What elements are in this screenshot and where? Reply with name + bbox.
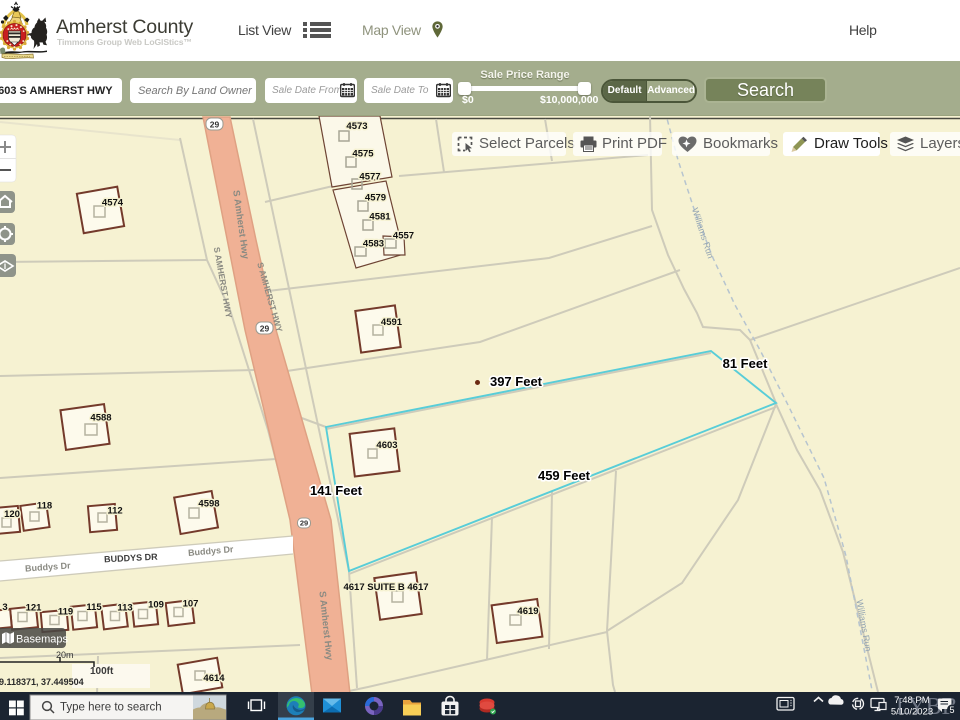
svg-text:29: 29 [210, 120, 220, 130]
svg-text:112: 112 [107, 506, 122, 517]
svg-text:459 Feet: 459 Feet [538, 468, 591, 483]
svg-text:397 Feet: 397 Feet [490, 374, 543, 389]
svg-text:141 Feet: 141 Feet [310, 483, 363, 498]
svg-text:4617 SUITE B 4617: 4617 SUITE B 4617 [343, 582, 428, 593]
svg-text:121: 121 [26, 603, 43, 614]
svg-text:4591: 4591 [381, 317, 403, 328]
svg-text:3: 3 [2, 602, 7, 613]
svg-text:Basemaps: Basemaps [16, 634, 68, 646]
svg-text:4573: 4573 [346, 121, 367, 132]
svg-text:-79.118371, 37.449504: -79.118371, 37.449504 [0, 677, 84, 687]
svg-text:4574: 4574 [102, 198, 124, 209]
svg-text:118: 118 [37, 501, 52, 512]
svg-text:29: 29 [300, 519, 308, 528]
svg-text:4575: 4575 [352, 149, 374, 160]
svg-text:4614: 4614 [203, 673, 225, 684]
svg-text:109: 109 [148, 600, 164, 611]
svg-text:113: 113 [117, 603, 132, 614]
svg-text:4598: 4598 [198, 499, 219, 510]
svg-text:100ft: 100ft [90, 666, 114, 677]
svg-text:4583: 4583 [363, 239, 384, 250]
svg-text:4557: 4557 [393, 231, 414, 242]
svg-text:4581: 4581 [369, 212, 391, 223]
svg-text:i: i [4, 261, 7, 271]
svg-text:29: 29 [260, 324, 270, 334]
svg-text:120: 120 [4, 509, 20, 520]
svg-text:20m: 20m [56, 650, 74, 660]
svg-text:4577: 4577 [359, 172, 380, 183]
svg-text:4579: 4579 [365, 193, 386, 204]
svg-text:81 Feet: 81 Feet [723, 356, 768, 371]
svg-text:4588: 4588 [90, 413, 111, 424]
svg-text:4619: 4619 [517, 606, 538, 617]
svg-text:Type here to search: Type here to search [60, 702, 162, 714]
svg-text:107: 107 [183, 599, 199, 610]
svg-text:4603: 4603 [376, 440, 397, 451]
svg-text:119: 119 [58, 607, 73, 618]
svg-text:115: 115 [86, 602, 102, 613]
svg-text:5: 5 [949, 705, 954, 715]
